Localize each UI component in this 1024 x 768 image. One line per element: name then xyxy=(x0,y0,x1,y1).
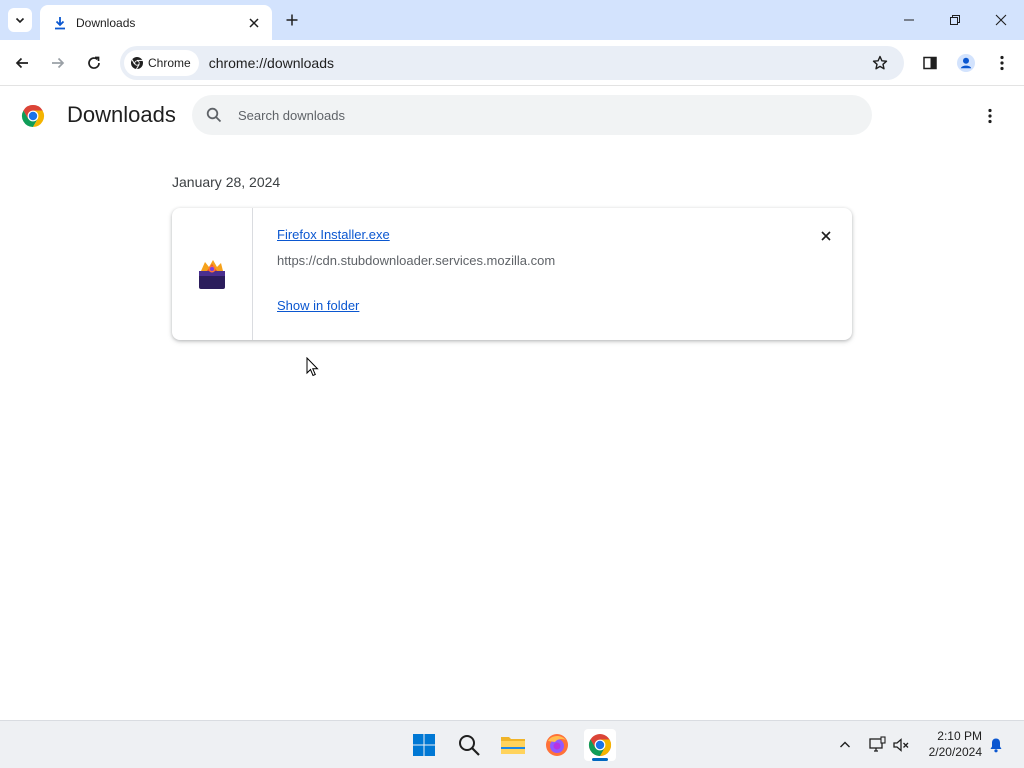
browser-toolbar: Chrome chrome://downloads xyxy=(0,40,1024,86)
url-text[interactable]: chrome://downloads xyxy=(209,55,868,71)
show-in-folder-link[interactable]: Show in folder xyxy=(277,298,359,313)
source-url: https://cdn.stubdownloader.services.mozi… xyxy=(277,253,556,268)
close-icon xyxy=(821,231,831,241)
star-icon xyxy=(872,55,888,70)
file-explorer-icon xyxy=(501,737,525,754)
downloads-menu-button[interactable] xyxy=(978,104,1002,128)
taskbar-search-button[interactable] xyxy=(453,729,485,761)
remove-download-button[interactable] xyxy=(816,226,836,246)
tab-downloads[interactable]: Downloads xyxy=(40,5,272,40)
more-vertical-icon xyxy=(988,108,992,124)
address-bar[interactable]: Chrome chrome://downloads xyxy=(120,46,904,80)
page-title: Downloads xyxy=(67,102,176,127)
new-tab-button[interactable] xyxy=(283,11,301,29)
more-vertical-icon xyxy=(1000,55,1004,71)
tab-strip: Downloads xyxy=(0,0,1024,40)
reload-icon xyxy=(88,56,100,69)
restore-button[interactable] xyxy=(932,0,978,40)
search-downloads-box[interactable] xyxy=(192,95,872,135)
browser-menu-button[interactable] xyxy=(990,51,1014,75)
taskbar-file-explorer[interactable] xyxy=(497,729,529,761)
taskbar-chrome[interactable] xyxy=(584,729,616,761)
volume-muted-icon xyxy=(893,738,909,752)
search-icon xyxy=(459,735,480,756)
chrome-icon xyxy=(588,734,612,756)
tab-title: Downloads xyxy=(76,15,136,30)
side-panel-icon xyxy=(923,56,937,70)
tab-close-button[interactable] xyxy=(246,15,262,31)
mouse-cursor-icon xyxy=(306,357,319,377)
chrome-icon xyxy=(131,57,143,70)
bookmark-button[interactable] xyxy=(868,51,892,75)
chevron-down-icon xyxy=(15,17,25,24)
show-hidden-icons-button[interactable] xyxy=(833,733,857,757)
date-header: January 28, 2024 xyxy=(172,174,281,190)
chrome-logo-icon xyxy=(21,105,45,127)
search-input[interactable] xyxy=(238,107,798,123)
clock-time: 2:10 PM xyxy=(937,729,982,743)
avatar-icon xyxy=(957,54,975,72)
installer-file-icon xyxy=(199,260,225,289)
close-window-button[interactable] xyxy=(978,0,1024,40)
chevron-up-icon xyxy=(840,741,850,748)
system-clock[interactable]: 2:10 PM 2/20/2024 xyxy=(920,728,982,760)
network-icon xyxy=(869,736,886,752)
active-app-indicator xyxy=(592,758,608,761)
taskbar-firefox[interactable] xyxy=(541,729,573,761)
side-panel-button[interactable] xyxy=(918,51,942,75)
close-icon xyxy=(249,17,259,28)
forward-button[interactable] xyxy=(46,51,70,75)
close-icon xyxy=(995,14,1007,26)
download-item: Firefox Installer.exe https://cdn.stubdo… xyxy=(172,208,852,340)
file-name-link[interactable]: Firefox Installer.exe xyxy=(277,227,390,242)
minimize-button[interactable] xyxy=(886,0,932,40)
notifications-button[interactable] xyxy=(984,733,1008,757)
minimize-icon xyxy=(904,19,914,21)
back-button[interactable] xyxy=(10,51,34,75)
search-icon xyxy=(206,107,222,123)
tab-search-button[interactable] xyxy=(8,8,32,32)
restore-icon xyxy=(950,15,960,25)
taskbar xyxy=(0,720,1024,768)
clock-date: 2/20/2024 xyxy=(928,745,982,759)
file-icon-column xyxy=(172,208,253,340)
bell-icon xyxy=(990,738,1002,753)
volume-button[interactable] xyxy=(889,733,913,757)
start-button[interactable] xyxy=(408,729,440,761)
arrow-right-icon xyxy=(52,57,65,69)
profile-button[interactable] xyxy=(954,51,978,75)
reload-button[interactable] xyxy=(82,51,106,75)
arrow-left-icon xyxy=(15,57,28,69)
start-icon xyxy=(413,734,435,756)
plus-icon xyxy=(286,14,298,26)
network-button[interactable] xyxy=(865,733,889,757)
firefox-icon xyxy=(546,734,568,756)
site-info-chip[interactable]: Chrome xyxy=(124,50,199,76)
chip-label: Chrome xyxy=(148,56,191,70)
download-icon xyxy=(52,15,68,31)
